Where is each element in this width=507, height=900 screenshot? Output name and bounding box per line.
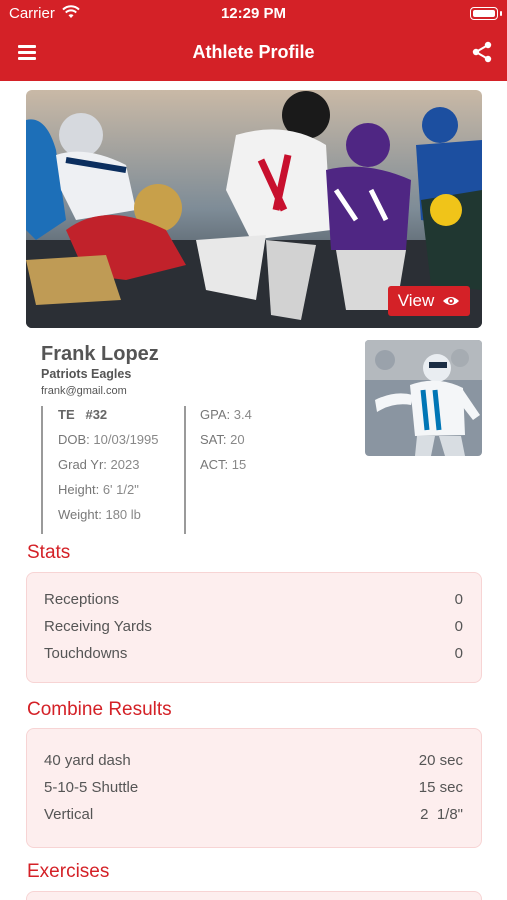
eye-icon xyxy=(443,297,460,305)
stat-row: Receptions 0 xyxy=(44,591,463,611)
dob-row: DOB: 10/03/1995 xyxy=(58,432,159,447)
combine-label: 40 yard dash xyxy=(44,752,131,769)
gpa-value: 3.4 xyxy=(233,407,252,422)
view-button[interactable]: View xyxy=(388,286,470,316)
stat-label: Receiving Yards xyxy=(44,618,152,635)
grad-row: Grad Yr: 2023 xyxy=(58,457,140,472)
grad-value: 2023 xyxy=(110,457,140,472)
gpa-row: GPA: 3.4 xyxy=(200,407,252,422)
exercises-title: Exercises xyxy=(27,861,110,882)
athlete-name: Frank Lopez xyxy=(41,343,159,365)
divider xyxy=(41,406,43,534)
act-value: 15 xyxy=(231,457,247,472)
app-header: Carrier 12:29 PM Athlete Profile xyxy=(0,0,507,81)
status-bar: Carrier 12:29 PM xyxy=(0,0,507,28)
divider xyxy=(184,406,186,534)
stat-label: Receptions xyxy=(44,591,120,608)
page-title: Athlete Profile xyxy=(192,42,315,62)
combine-card: 40 yard dash 20 sec 5-10-5 Shuttle 15 se… xyxy=(26,728,482,848)
stats-card: Receptions 0 Receiving Yards 0 Touchdown… xyxy=(26,572,482,683)
height-value: 6' 1/2" xyxy=(102,482,139,497)
stats-title: Stats xyxy=(27,542,71,563)
stat-value: 0 xyxy=(454,645,463,662)
view-label: View xyxy=(397,291,435,310)
position: TE xyxy=(58,407,75,422)
sat-row: SAT: 20 xyxy=(200,432,245,447)
athlete-email: frank@gmail.com xyxy=(41,385,127,397)
stat-value: 0 xyxy=(454,618,463,635)
sat-value: 20 xyxy=(230,432,245,447)
athlete-photo[interactable] xyxy=(365,340,482,456)
exercises-card xyxy=(26,891,482,900)
combine-value: 15 sec xyxy=(418,779,463,796)
weight-row: Weight: 180 lb xyxy=(58,507,141,522)
combine-label: 5-10-5 Shuttle xyxy=(44,779,139,796)
stat-label: Touchdowns xyxy=(44,645,128,662)
team-name: Patriots Eagles xyxy=(41,367,132,381)
weight-value: 180 lb xyxy=(105,507,141,522)
dob-value: 10/03/1995 xyxy=(93,432,159,447)
act-row: ACT: 15 xyxy=(200,457,247,472)
stat-row: Receiving Yards 0 xyxy=(44,618,463,638)
combine-row: Vertical 2 1/8" xyxy=(44,806,463,826)
combine-value: 20 sec xyxy=(418,752,463,769)
combine-row: 5-10-5 Shuttle 15 sec xyxy=(44,779,463,799)
combine-row: 40 yard dash 20 sec xyxy=(44,752,463,772)
jersey-number: #32 xyxy=(85,407,108,422)
height-row: Height: 6' 1/2" xyxy=(58,482,139,497)
clock: 12:29 PM xyxy=(220,5,287,22)
share-icon[interactable] xyxy=(470,40,494,64)
combine-value: 2 1/8" xyxy=(420,806,463,823)
battery-tip xyxy=(500,11,502,16)
stat-row: Touchdowns 0 xyxy=(44,645,463,665)
combine-label: Vertical xyxy=(44,806,94,823)
battery-icon xyxy=(470,7,498,20)
position-number: TE #32 xyxy=(58,407,107,422)
stat-value: 0 xyxy=(454,591,463,608)
combine-title: Combine Results xyxy=(27,699,172,720)
